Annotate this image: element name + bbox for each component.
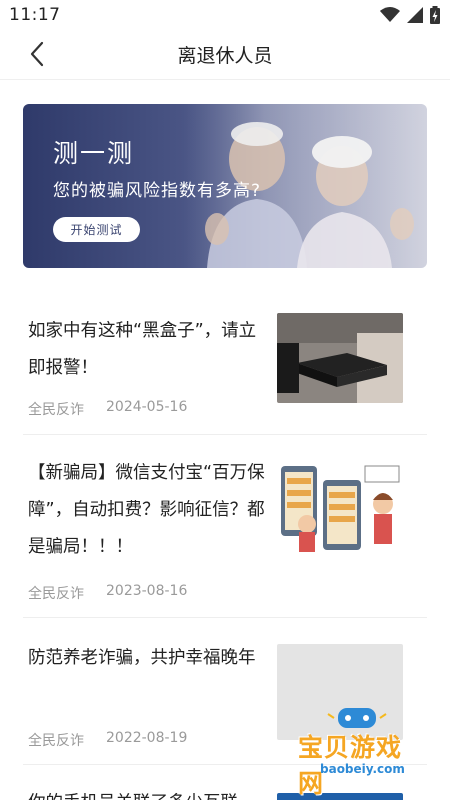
banner-title: 测一测: [53, 139, 135, 168]
article-title: 如家中有这种“黑盒子”，请立即报警！: [28, 321, 257, 378]
article-meta: 全民反诈 2023-08-16: [28, 583, 187, 603]
article-title: 防范养老诈骗，共护幸福晚年: [28, 648, 256, 668]
article-date: 2022-08-19: [106, 730, 188, 746]
watermark-logo: 宝贝游戏网 baobeiy.com: [292, 704, 422, 798]
signal-icon: [407, 7, 423, 23]
article-source: 全民反诈: [28, 586, 84, 602]
article-meta: 全民反诈 2024-05-16: [28, 399, 187, 419]
start-test-button[interactable]: 开始测试: [53, 217, 140, 242]
battery-charging-icon: [430, 6, 440, 24]
status-bar: 11:17: [0, 0, 450, 30]
cartoon-phones-thumbnail: [277, 458, 403, 554]
article-date: 2024-05-16: [106, 399, 188, 415]
watermark-url: baobeiy.com: [320, 762, 405, 776]
article-meta: 全民反诈 2022-08-19: [28, 730, 187, 750]
status-time: 11:17: [9, 5, 61, 25]
article-source: 全民反诈: [28, 402, 84, 418]
wifi-icon: [380, 7, 400, 22]
article-title: 【新骗局】微信支付宝“百万保障”，自动扣费？影响征信？都是骗局！！！: [28, 463, 265, 557]
app-header: 离退休人员: [0, 30, 450, 80]
page-title: 离退休人员: [177, 45, 273, 67]
black-box-thumbnail: [277, 313, 403, 403]
banner-subtitle: 您的被骗风险指数有多高?: [53, 181, 262, 201]
status-icons: [380, 6, 440, 24]
article-item-2[interactable]: 【新骗局】微信支付宝“百万保障”，自动扣费？影响征信？都是骗局！！！ 全民反诈 …: [23, 455, 427, 618]
article-source: 全民反诈: [28, 733, 84, 749]
article-date: 2023-08-16: [106, 583, 188, 599]
risk-test-banner[interactable]: 测一测 您的被骗风险指数有多高? 开始测试: [23, 104, 427, 268]
article-item-1[interactable]: 如家中有这种“黑盒子”，请立即报警！ 全民反诈 2024-05-16: [23, 313, 427, 435]
